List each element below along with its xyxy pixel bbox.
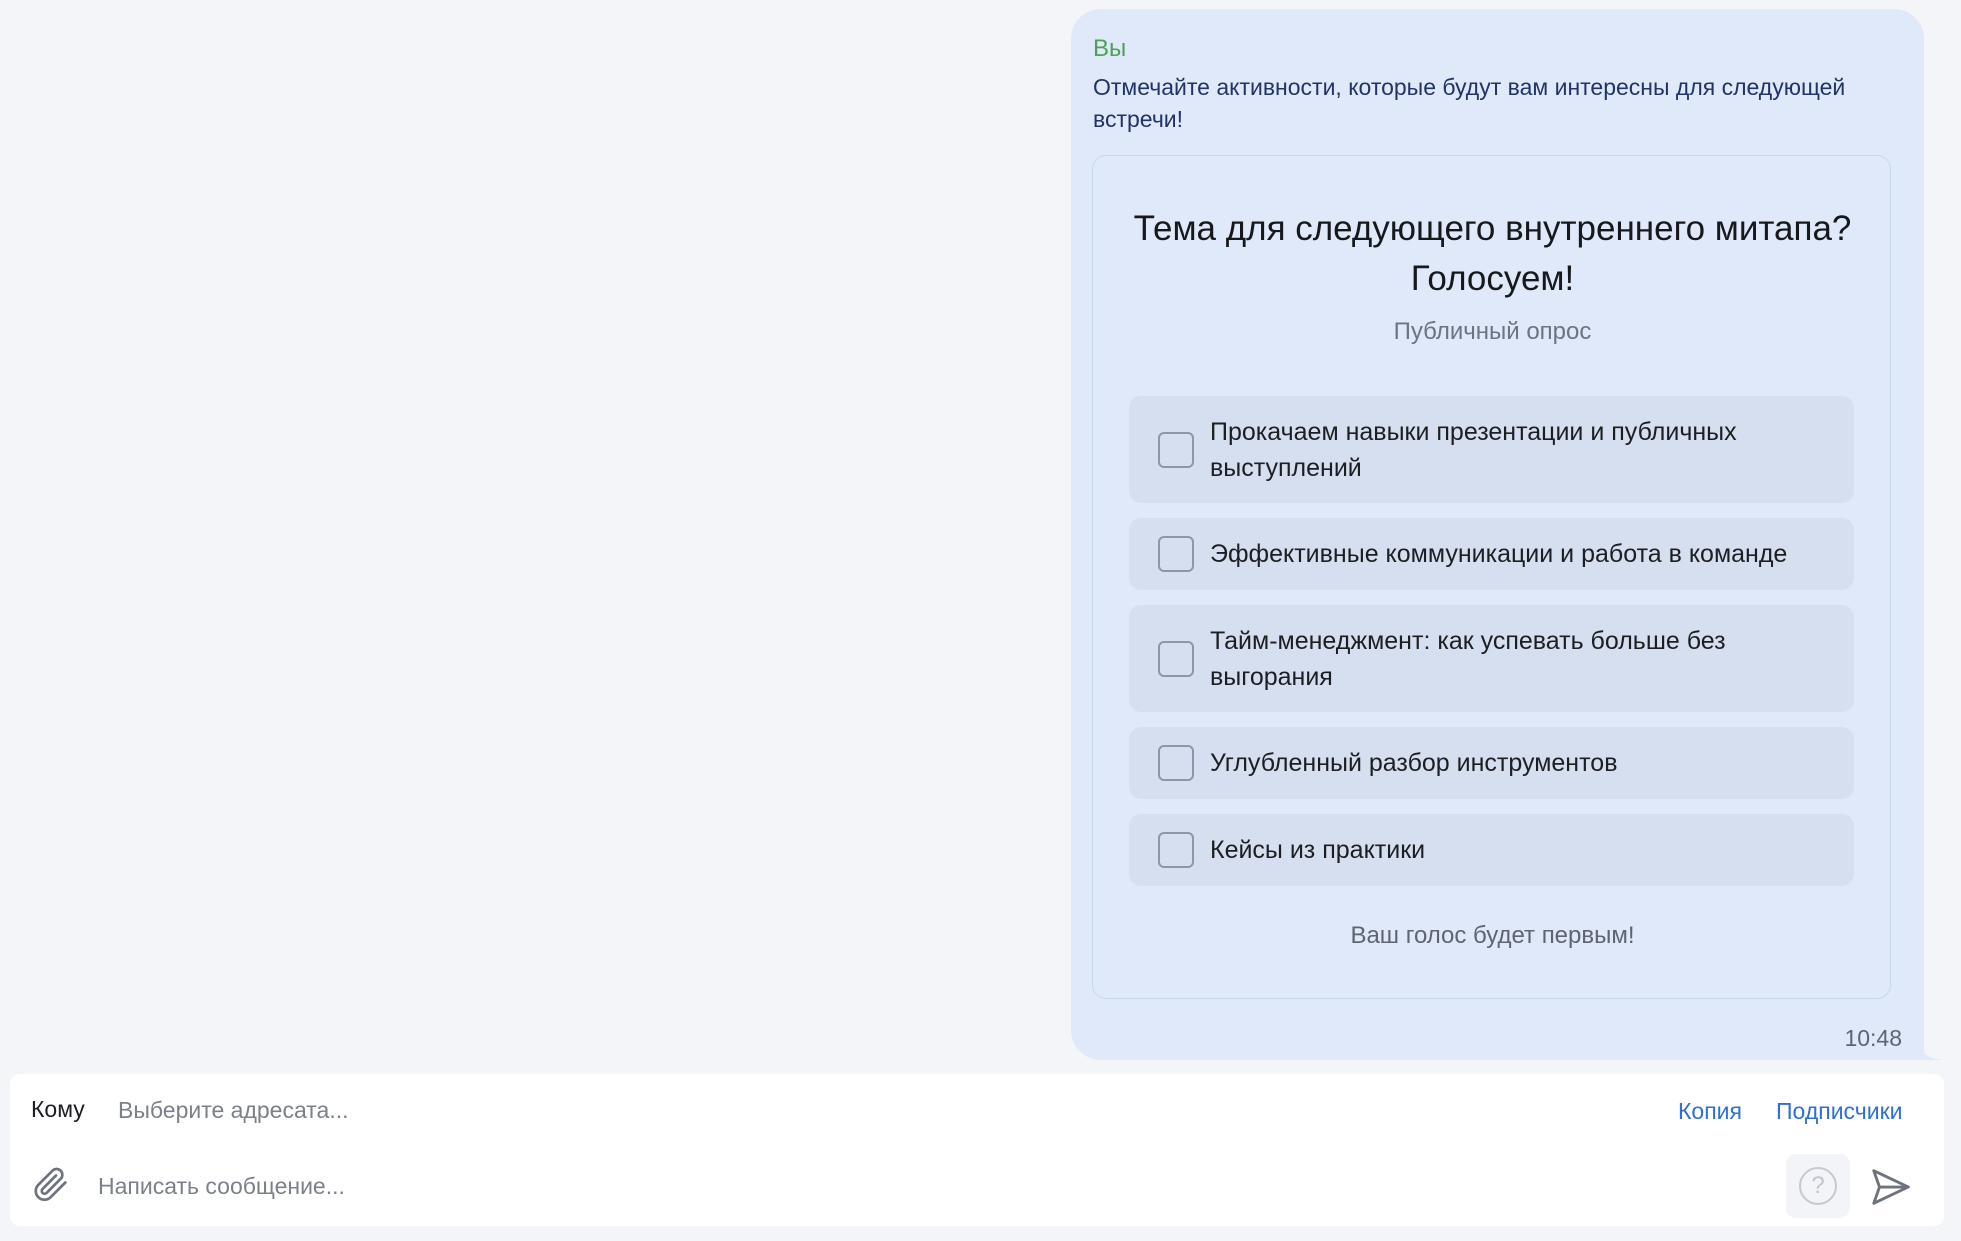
poll-footer: Ваш голос будет первым! (1350, 922, 1635, 949)
poll-option-1[interactable]: Прокачаем навыки презентации и публичных… (1129, 396, 1854, 503)
poll-option-label: Эффективные коммуникации и работа в кома… (1210, 540, 1788, 568)
recipient-input[interactable] (118, 1090, 1118, 1130)
checkbox-icon[interactable] (1158, 640, 1194, 677)
recipient-label: Кому (31, 1096, 85, 1122)
poll-option-2[interactable]: Эффективные коммуникации и работа в кома… (1129, 518, 1854, 590)
checkbox-icon[interactable] (1158, 745, 1194, 781)
poll-option-label: Кейсы из практики (1210, 836, 1426, 864)
poll-option-label: Углубленный разбор инструментов (1210, 749, 1618, 777)
poll-option-5[interactable]: Кейсы из практики (1129, 814, 1854, 886)
poll-option-3[interactable]: Тайм-менеджмент: как успевать больше без… (1129, 605, 1854, 712)
chat-area: Вы Отмечайте активности, которые будут в… (0, 0, 1961, 1072)
message-text: Отмечайте активности, которые будут вам … (1093, 74, 1846, 132)
checkbox-icon[interactable] (1158, 431, 1194, 468)
bubble-tail-icon (1918, 1040, 1946, 1060)
help-button[interactable]: ? (1786, 1154, 1850, 1218)
message-time: 10:48 (1844, 1025, 1902, 1051)
message-input[interactable] (98, 1164, 1398, 1208)
poll-card: Тема для следующего внутреннего митапа? … (1092, 155, 1891, 999)
message-bubble: Вы Отмечайте активности, которые будут в… (1071, 9, 1924, 1060)
poll-option-4[interactable]: Углубленный разбор инструментов (1129, 727, 1854, 799)
message-composer: Кому Копия Подписчики ? (10, 1074, 1944, 1226)
poll-option-label: Тайм-менеджмент: как успевать больше без… (1210, 626, 1726, 691)
subscribers-link[interactable]: Подписчики (1776, 1098, 1903, 1125)
poll-subtitle: Публичный опрос (1393, 318, 1592, 345)
paperclip-icon[interactable] (32, 1163, 72, 1207)
checkbox-icon[interactable] (1158, 536, 1194, 572)
message-sender: Вы (1093, 35, 1127, 62)
poll-option-label: Прокачаем навыки презентации и публичных… (1210, 417, 1737, 482)
poll-title: Тема для следующего внутреннего митапа? … (1133, 209, 1852, 298)
copy-link[interactable]: Копия (1678, 1098, 1742, 1125)
send-icon[interactable] (1868, 1164, 1914, 1210)
question-circle-icon: ? (1799, 1167, 1837, 1205)
checkbox-icon[interactable] (1158, 832, 1194, 868)
